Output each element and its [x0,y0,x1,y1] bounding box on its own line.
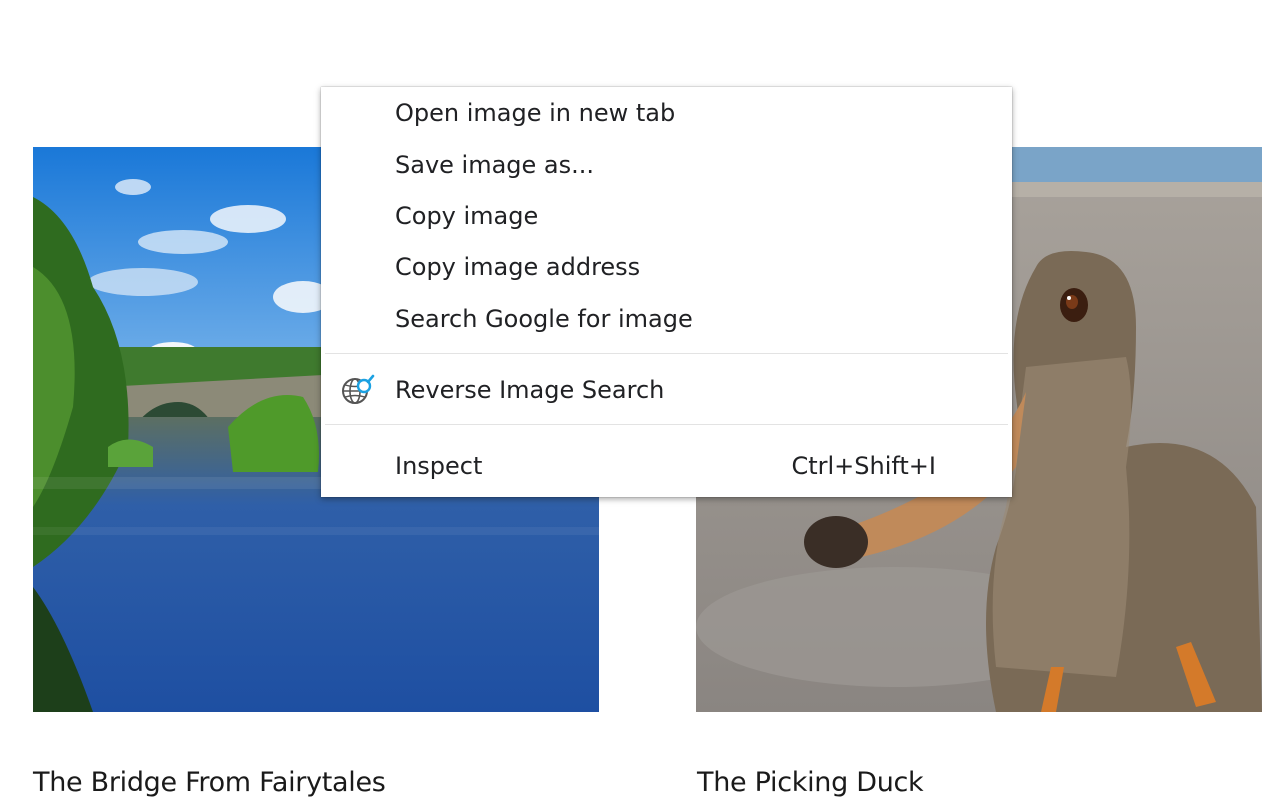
menu-separator [325,424,1008,425]
menu-item-label: Search Google for image [395,305,693,333]
menu-item-save-image-as[interactable]: Save image as... [321,139,1012,191]
card-title-duck[interactable]: The Picking Duck [697,766,924,800]
card-title-bridge[interactable]: The Bridge From Fairytales [33,766,386,800]
globe-search-icon [339,372,375,408]
menu-separator [325,353,1008,354]
menu-item-reverse-image-search[interactable]: Reverse Image Search [321,364,1012,416]
menu-item-search-google-for-image[interactable]: Search Google for image [321,293,1012,345]
menu-item-copy-image[interactable]: Copy image [321,190,1012,242]
menu-item-label: Reverse Image Search [395,376,665,404]
menu-item-label: Inspect [395,452,483,480]
menu-item-label: Save image as... [395,151,595,179]
menu-item-label: Copy image [395,202,539,230]
menu-item-inspect[interactable]: Inspect Ctrl+Shift+I [321,440,1012,492]
menu-item-shortcut: Ctrl+Shift+I [791,452,936,480]
menu-item-copy-image-address[interactable]: Copy image address [321,241,1012,293]
context-menu: Open image in new tab Save image as... C… [321,87,1012,497]
menu-item-label: Copy image address [395,253,641,281]
menu-item-open-image-new-tab[interactable]: Open image in new tab [321,87,1012,139]
menu-item-label: Open image in new tab [395,99,676,127]
